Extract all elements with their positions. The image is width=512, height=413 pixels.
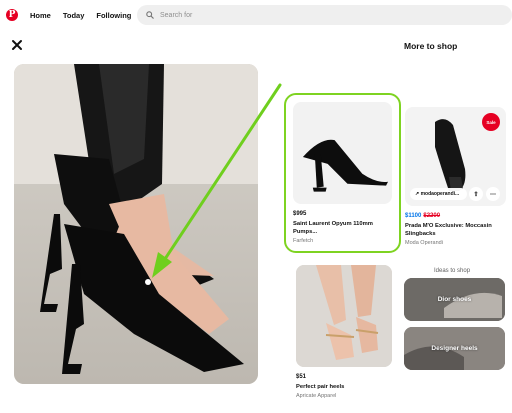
product-title[interactable]: Saint Laurent Opyum 110mm Pumps... [293,220,392,236]
product-card-perfect-pair-heels[interactable]: $51 Perfect pair heels Apricate Apparel [296,265,392,399]
product-title[interactable]: Prada M'O Exclusive: Moccasin Slingbacks [405,222,506,238]
ideas-to-shop-title: Ideas to shop [434,268,471,274]
product-image-perfect-pair-heels[interactable] [296,265,392,367]
heel-photo-illustration [14,64,258,384]
product-image-prada-slingbacks[interactable]: Sale ↗ modaoperandi... ⇧ ⋯ [405,107,506,206]
idea-designer-heels[interactable]: Designer heels [404,327,505,370]
idea-label: Designer heels [431,345,478,352]
pinterest-logo[interactable]: P [6,9,18,21]
product-image-ysl-pumps[interactable] [293,102,392,204]
more-options-button[interactable]: ⋯ [486,187,500,201]
nav-today[interactable]: Today [63,11,85,20]
search-input[interactable]: Search for [137,5,512,25]
product-price: $51 [296,374,307,380]
search-icon [146,11,154,19]
search-placeholder: Search for [160,11,193,19]
product-card-ysl-pumps[interactable]: $995 Saint Laurent Opyum 110mm Pumps... … [284,93,401,253]
more-to-shop-title: More to shop [404,41,458,51]
nav-home[interactable]: Home [30,11,51,20]
merchant-link[interactable]: ↗ modaoperandi... [410,188,467,200]
product-merchant: Moda Operandi [405,240,443,246]
product-price: $1100 $2200 [405,213,441,219]
product-merchant: Apricate Apparel [296,393,337,399]
product-card-prada-slingbacks[interactable]: Sale ↗ modaoperandi... ⇧ ⋯ $1100 $2200 Pr… [405,107,506,246]
pin-main-image[interactable] [14,64,258,384]
idea-label: Dior shoes [437,296,472,303]
ellipsis-icon: ⋯ [490,191,496,198]
close-icon[interactable] [10,38,24,52]
product-price: $995 [293,211,307,217]
nav-following[interactable]: Following [96,11,131,20]
share-button[interactable]: ⇧ [469,187,483,201]
share-icon: ⇧ [473,191,479,198]
product-merchant: Farfetch [293,238,314,244]
sale-badge: Sale [482,113,500,131]
product-title[interactable]: Perfect pair heels [296,383,392,391]
idea-dior-shoes[interactable]: Dior shoes [404,278,505,321]
